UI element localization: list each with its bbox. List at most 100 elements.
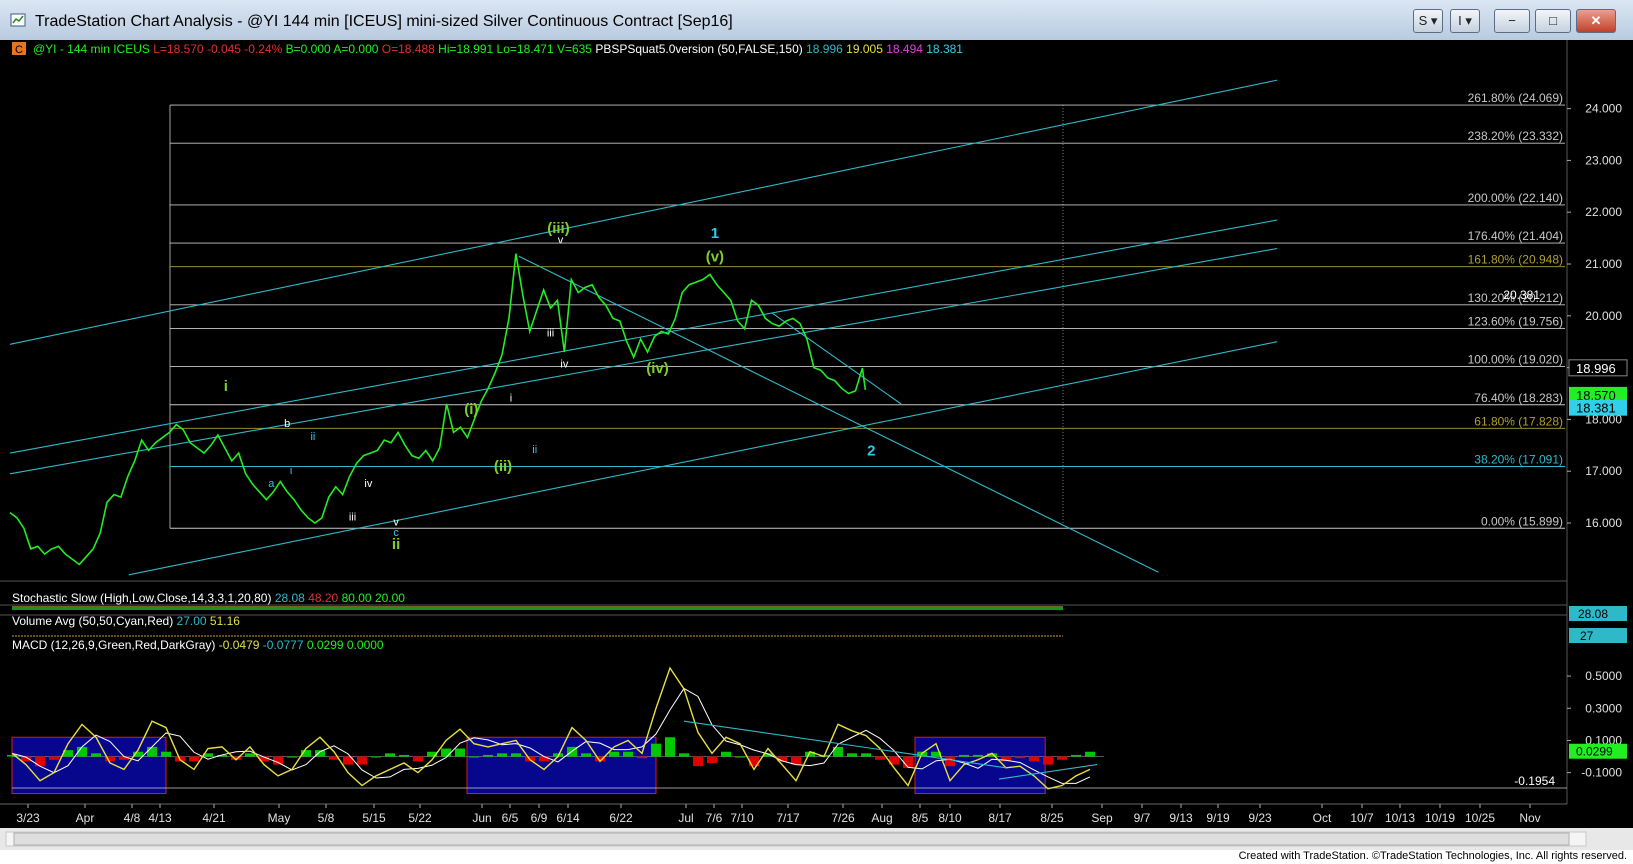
time-axis-label: 7/10: [730, 811, 754, 825]
header-field: V=635: [554, 42, 593, 56]
time-axis-label: 9/13: [1169, 811, 1193, 825]
chevron-down-icon: ▾: [1465, 13, 1472, 28]
time-axis-label: 6/5: [502, 811, 519, 825]
macd-histogram-bar: [35, 756, 45, 767]
header-field: -0.24%: [241, 42, 283, 56]
time-axis-label: 4/21: [202, 811, 226, 825]
time-axis-label: 10/25: [1465, 811, 1495, 825]
macd-histogram-bar: [1057, 756, 1067, 760]
time-axis-label: 4/13: [148, 811, 172, 825]
time-axis-label: 6/14: [556, 811, 580, 825]
macd-histogram-bar: [273, 756, 283, 765]
time-axis-label: 6/22: [609, 811, 633, 825]
macd-histogram-bar: [1029, 756, 1039, 762]
time-axis-label: 9/23: [1248, 811, 1272, 825]
macd-histogram-bar: [693, 756, 703, 767]
time-axis-label: 7/6: [706, 811, 723, 825]
elliott-wave-label: 2: [867, 443, 875, 460]
chart-window[interactable]: C @YI - 144 min ICEUS L=18.570 -0.045 -0.…: [0, 40, 1633, 850]
study-value: 19.005: [843, 42, 883, 56]
price-marker-label: 18.381: [1576, 401, 1616, 416]
elliott-wave-label: (ii): [494, 458, 512, 475]
fib-level-label: 61.80% (17.828): [1474, 414, 1563, 428]
time-axis-label: May: [268, 811, 291, 825]
elliott-wave-label: (iv): [646, 360, 669, 377]
maximize-button[interactable]: □: [1535, 9, 1571, 33]
price-axis-label: 16.000: [1585, 516, 1622, 530]
elliott-wave-label: c: [393, 527, 399, 539]
indicator-value: 80.00: [338, 591, 372, 605]
fib-level-label: 38.20% (17.091): [1474, 453, 1563, 467]
price-axis-label: 23.000: [1585, 153, 1622, 167]
time-axis-label: Sep: [1091, 811, 1113, 825]
elliott-wave-label: iii: [547, 328, 554, 340]
macd-min-label: -0.1954: [1514, 774, 1555, 788]
style-menu-button[interactable]: S ▾: [1413, 9, 1443, 33]
macd-histogram-bar: [875, 756, 885, 760]
elliott-wave-label: i: [224, 378, 228, 395]
minimize-button[interactable]: −: [1494, 9, 1530, 33]
time-axis-label: Nov: [1519, 811, 1540, 825]
macd-histogram-bar: [665, 737, 675, 757]
price-series-line: [9, 253, 867, 566]
copyright-text: Created with TradeStation. ©TradeStation…: [1238, 850, 1627, 862]
price-annotation: 20.381: [1503, 288, 1540, 302]
header-field: PBSPSquat5.0version (50,FALSE,150): [592, 42, 803, 56]
price-axis-label: 20.000: [1585, 309, 1622, 323]
price-axis-label: 21.000: [1585, 257, 1622, 271]
macd-histogram-bar: [847, 753, 857, 757]
time-axis-label: 8/25: [1040, 811, 1064, 825]
macd-histogram-bar: [637, 756, 647, 759]
badge-label: C: [15, 44, 23, 56]
macd-histogram-bar: [455, 748, 465, 757]
macd-histogram-bar: [413, 756, 423, 762]
time-axis-label: 10/13: [1385, 811, 1415, 825]
time-axis-label: Aug: [871, 811, 892, 825]
indicator-value: -0.0777: [259, 638, 303, 652]
macd-histogram-bar: [469, 756, 479, 758]
price-marker-label: 18.996: [1576, 361, 1616, 376]
time-axis-label: 7/26: [831, 811, 855, 825]
macd-histogram-bar: [147, 746, 157, 757]
time-axis-label: 4/8: [124, 811, 141, 825]
macd-histogram-bar: [371, 756, 381, 758]
macd-histogram-bar: [623, 751, 633, 757]
fib-level-label: 261.80% (24.069): [1468, 91, 1563, 105]
price-axis-label: 17.000: [1585, 464, 1622, 478]
macd-histogram-bar: [903, 756, 913, 768]
info-menu-button[interactable]: I ▾: [1450, 9, 1480, 33]
elliott-wave-label: ii: [532, 444, 537, 456]
time-axis-label: 5/22: [408, 811, 432, 825]
stochastic-indicator-label: Stochastic Slow (High,Low,Close,14,3,3,1…: [12, 591, 405, 605]
macd-histogram-bar: [735, 756, 745, 758]
volume-axis-value: 27: [1580, 629, 1594, 643]
elliott-wave-label: iii: [349, 511, 356, 523]
price-axis-label: 24.000: [1585, 102, 1622, 116]
close-icon: ✕: [1590, 13, 1602, 28]
scrollbar-thumb[interactable]: [13, 832, 1570, 846]
time-axis-label: 3/23: [16, 811, 40, 825]
time-axis-label: 9/19: [1206, 811, 1230, 825]
elliott-wave-label: (i): [464, 401, 478, 418]
macd-histogram-bar: [539, 756, 549, 762]
macd-histogram-bar: [721, 751, 731, 757]
price-chart[interactable]: C @YI - 144 min ICEUS L=18.570 -0.045 -0.…: [0, 40, 1633, 850]
close-button[interactable]: ✕: [1576, 9, 1616, 33]
fib-level-label: 238.20% (23.332): [1468, 129, 1563, 143]
elliott-wave-label: a: [268, 478, 275, 490]
macd-histogram-bar: [399, 754, 409, 757]
volume-indicator-label: Volume Avg (50,50,Cyan,Red) 27.00 51.16: [12, 614, 240, 628]
trend-channel-line: [128, 341, 1278, 576]
macd-histogram-bar: [497, 753, 507, 757]
macd-histogram-bar: [483, 754, 493, 757]
macd-histogram-bar: [973, 754, 983, 757]
macd-histogram-bar: [707, 756, 717, 763]
macd-histogram-bar: [651, 743, 661, 757]
macd-axis-label: -0.1000: [1581, 766, 1622, 780]
macd-axis-value: 0.0299: [1576, 745, 1613, 759]
fib-level-label: 76.40% (18.283): [1474, 391, 1563, 405]
elliott-wave-label: i: [290, 465, 292, 477]
header-field: Hi=18.991: [435, 42, 494, 56]
price-axis-label: 22.000: [1585, 205, 1622, 219]
macd-histogram-bar: [1043, 756, 1053, 765]
